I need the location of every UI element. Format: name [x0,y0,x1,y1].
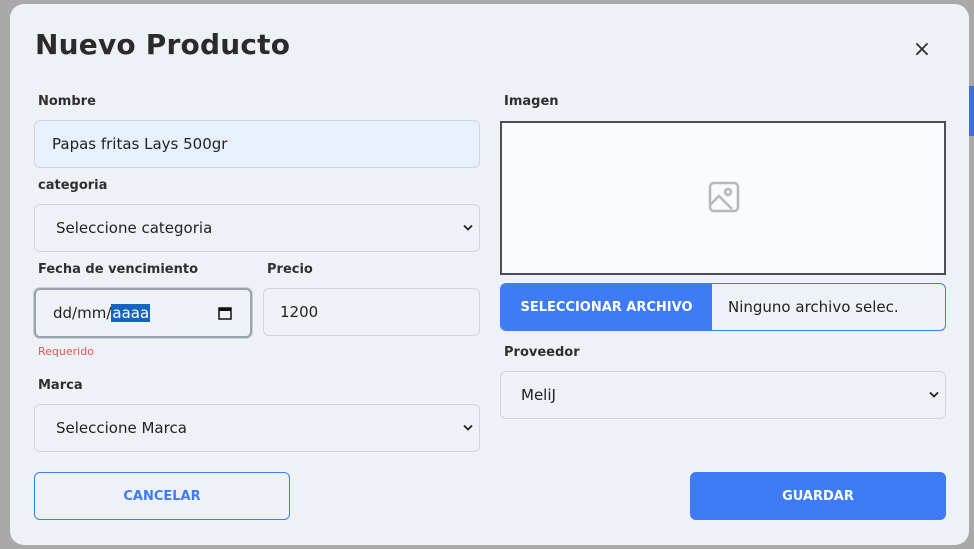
proveedor-select[interactable]: MeliJ [500,371,946,419]
calendar-icon[interactable] [218,306,232,320]
select-file-button[interactable]: SELECCIONAR ARCHIVO [501,284,712,330]
file-status-text: Ninguno archivo selec. [728,298,899,316]
chevron-down-icon [463,424,473,431]
image-placeholder-icon [708,181,740,213]
precio-input[interactable]: 1200 [263,288,480,336]
date-year-segment[interactable]: aaaa [111,304,151,322]
fecha-vencimiento-input[interactable]: dd / mm / aaaa [34,288,252,338]
date-day-segment[interactable]: dd [53,304,72,322]
proveedor-label: Proveedor [504,345,580,360]
cancel-button[interactable]: CANCELAR [34,472,290,520]
close-icon[interactable]: × [912,39,932,61]
image-preview [500,121,946,275]
imagen-label: Imagen [504,94,559,109]
precio-value: 1200 [280,303,319,321]
new-product-modal: Nuevo Producto × Nombre Papas fritas Lay… [10,4,969,545]
chevron-down-icon [463,224,473,231]
date-month-segment[interactable]: mm [77,304,106,322]
modal-title: Nuevo Producto [35,28,291,61]
save-button[interactable]: GUARDAR [690,472,946,520]
marca-label: Marca [38,378,83,393]
file-input[interactable]: SELECCIONAR ARCHIVO Ninguno archivo sele… [500,283,946,331]
precio-label: Precio [267,262,313,277]
nombre-value: Papas fritas Lays 500gr [52,135,228,153]
fecha-label: Fecha de vencimiento [38,262,199,277]
marca-select[interactable]: Seleccione Marca [34,404,480,452]
chevron-down-icon [929,391,939,398]
fecha-error: Requerido [38,345,94,358]
nombre-input[interactable]: Papas fritas Lays 500gr [34,120,480,168]
proveedor-selected-value: MeliJ [521,386,556,404]
categoria-label: categoria [38,178,108,193]
categoria-select[interactable]: Seleccione categoria [34,204,480,252]
marca-selected-value: Seleccione Marca [56,419,187,437]
nombre-label: Nombre [38,94,96,109]
categoria-selected-value: Seleccione categoria [56,219,213,237]
